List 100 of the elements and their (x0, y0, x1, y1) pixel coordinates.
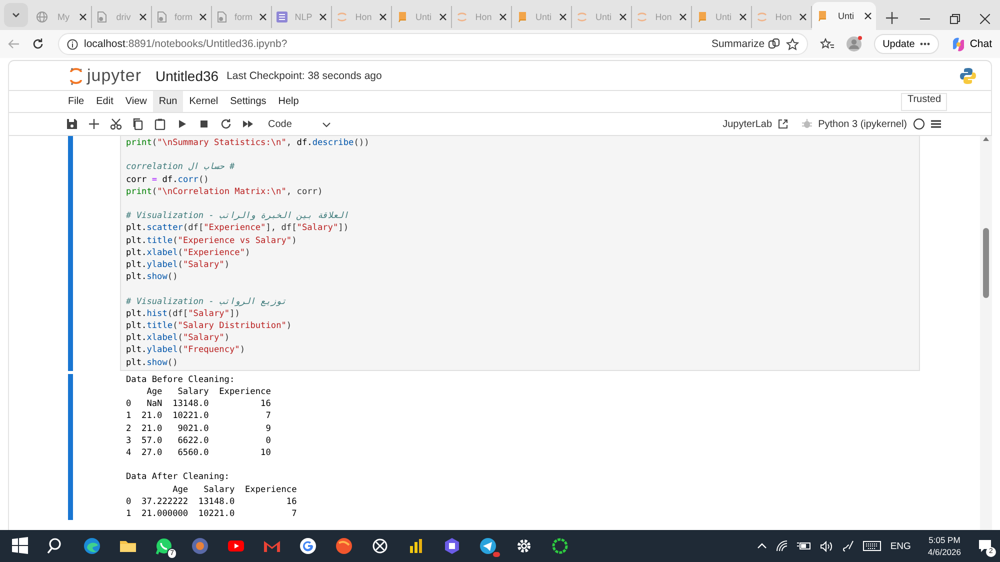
clock-time[interactable]: 5:05 PM (928, 535, 960, 545)
jupyterlab-link[interactable]: JupyterLab (722, 118, 788, 130)
close-icon[interactable] (864, 12, 872, 20)
paste-icon[interactable] (154, 118, 166, 130)
book-icon (396, 11, 408, 23)
menu-item[interactable]: Edit (90, 91, 120, 112)
battery-icon[interactable] (797, 541, 812, 551)
menu-item[interactable]: File (62, 91, 90, 112)
close-icon[interactable] (439, 13, 447, 21)
copy-icon[interactable] (132, 118, 144, 130)
output-line: 3 57.0 6622.0 0 (126, 434, 272, 448)
scrollbar[interactable] (980, 136, 992, 530)
wifi-icon[interactable] (776, 540, 788, 552)
notebook-name[interactable]: Untitled36 (156, 68, 219, 84)
language-indicator[interactable]: ENG (890, 540, 911, 552)
save-icon[interactable] (66, 118, 78, 130)
code-line: plt.show() (126, 271, 179, 284)
code-line: # حساب ال correlation (126, 161, 236, 174)
cell-type-select[interactable]: Code (264, 118, 331, 130)
checkpoint-text: Last Checkpoint: 38 seconds ago (226, 70, 383, 82)
chevron-down-icon (11, 10, 21, 20)
paper-plane-icon[interactable] (479, 537, 497, 555)
globe-icon (36, 11, 48, 23)
close-icon[interactable] (799, 13, 807, 21)
cut-icon[interactable] (110, 118, 122, 130)
restart-icon[interactable] (220, 118, 232, 130)
favorites-icon[interactable] (820, 38, 834, 50)
code-line: plt.ylabel("Frequency") (126, 344, 246, 357)
copilot-icon (950, 36, 966, 52)
close-icon[interactable] (980, 14, 990, 24)
close-icon[interactable] (79, 13, 87, 21)
close-icon[interactable] (619, 13, 627, 21)
code-cell[interactable] (120, 136, 920, 371)
pen-icon[interactable] (842, 540, 854, 552)
close-icon[interactable] (499, 13, 507, 21)
ring-icon (576, 11, 588, 23)
menu-item[interactable]: Help (272, 91, 305, 112)
plus-icon[interactable] (88, 118, 100, 130)
ring-icon (456, 11, 468, 23)
restore-icon[interactable] (950, 14, 960, 24)
code-line: plt.show() (126, 356, 179, 369)
menu-icon[interactable] (931, 119, 941, 129)
output-line: Age Salary Experience (172, 484, 298, 496)
menu-item[interactable]: View (119, 91, 153, 112)
file-icon (216, 11, 228, 23)
menu-item[interactable]: Settings (224, 91, 272, 112)
ring-loader-icon[interactable] (551, 537, 569, 555)
gear-icon[interactable] (515, 537, 533, 555)
book-icon (516, 11, 528, 23)
code-line: plt.hist(df["Salary"]) (126, 308, 241, 320)
chevron-up-icon[interactable] (757, 541, 768, 551)
chat-button[interactable]: Chat (950, 36, 992, 52)
windows-logo-icon[interactable] (11, 537, 29, 555)
address-field[interactable]: localhost:8891/notebooks/Untitled36.ipynb? Summarize (58, 33, 808, 55)
stop-icon[interactable] (198, 118, 210, 130)
close-icon[interactable] (199, 13, 207, 21)
close-icon[interactable] (679, 13, 687, 21)
volume-icon[interactable] (820, 540, 834, 552)
keyboard-icon[interactable] (863, 541, 882, 551)
external-link-icon (778, 119, 788, 129)
close-icon[interactable] (319, 13, 327, 21)
clock-date[interactable]: 4/6/2026 (928, 547, 961, 557)
ball-icon[interactable] (335, 537, 353, 555)
plus-icon[interactable] (886, 12, 898, 24)
output-line: Data Before Cleaning: (126, 374, 236, 386)
close-icon[interactable] (259, 13, 267, 21)
fast-forward-icon[interactable] (242, 118, 254, 130)
update-button[interactable]: Update (874, 34, 939, 54)
menu-item[interactable]: Run (152, 91, 184, 112)
kernel-status-icon (913, 118, 925, 130)
close-icon[interactable] (559, 13, 567, 21)
code-line: plt.title("Salary Distribution") (126, 320, 293, 332)
close-icon[interactable] (739, 13, 747, 21)
browser-ball-icon[interactable] (191, 537, 209, 555)
ring-icon (636, 11, 648, 23)
output-line: 1 21.000000 10221.0 7 (126, 508, 298, 520)
bar-chart-icon[interactable] (407, 537, 425, 555)
run-icon[interactable] (176, 118, 188, 130)
kernel-name[interactable]: Python 3 (ipykernel) (818, 118, 907, 130)
jupyter-logo[interactable]: jupyter (69, 66, 142, 86)
close-icon[interactable] (139, 13, 147, 21)
chevron-down-icon (322, 120, 331, 128)
code-line: plt.xlabel("Salary") (126, 332, 231, 344)
profile-avatar-icon[interactable] (846, 36, 862, 52)
menu-item[interactable]: Kernel (183, 91, 224, 112)
hexagon-icon[interactable] (443, 537, 461, 555)
scrollbar-thumb[interactable] (983, 228, 989, 298)
knot-icon[interactable] (371, 537, 389, 555)
ring-icon (69, 66, 83, 84)
close-icon[interactable] (379, 13, 387, 21)
summarize-button[interactable]: Summarize (711, 38, 780, 50)
more-icon (920, 42, 930, 46)
star-icon[interactable] (786, 38, 799, 50)
edge-icon[interactable] (83, 537, 101, 555)
notification-icon[interactable] (978, 539, 992, 553)
ring-icon (756, 11, 768, 23)
g-letter-icon[interactable] (299, 537, 317, 555)
reload-icon[interactable] (32, 38, 44, 50)
python-logo-icon (959, 66, 977, 84)
browser-tab[interactable]: Unti (812, 2, 876, 30)
